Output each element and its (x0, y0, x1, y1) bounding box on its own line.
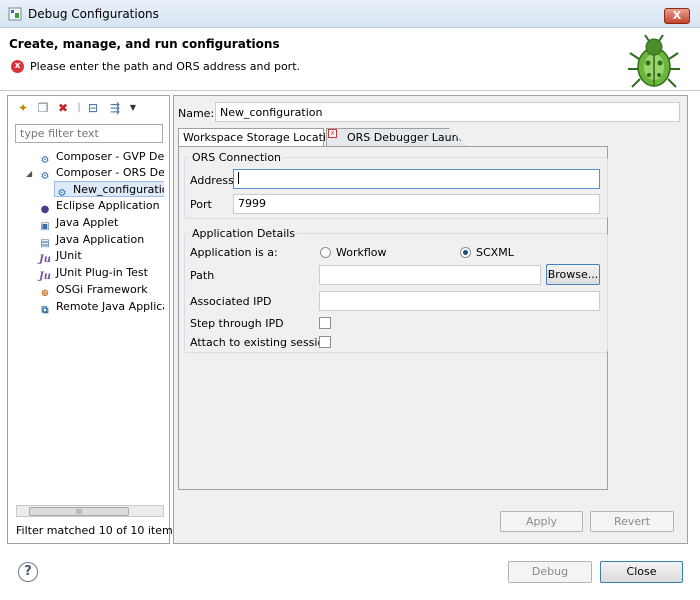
help-icon[interactable]: ? (18, 562, 38, 582)
tab-error-icon: x (328, 129, 337, 138)
tree-item-junit-plugin-test[interactable]: Ju JUnit Plug-in Test (38, 265, 148, 282)
error-icon: x (11, 60, 24, 73)
view-menu-chevron-down-icon[interactable]: ▼ (125, 100, 141, 116)
tab-label: Workspace Storage Location (183, 131, 340, 144)
tree-item-remote-java-application[interactable]: ⧉ Remote Java Applicati (38, 299, 164, 316)
dialog-header: Create, manage, and run configurations x… (0, 29, 700, 91)
tree-item-label: New_configuration (73, 183, 164, 196)
address-input[interactable] (233, 169, 600, 189)
left-toolbar: ✦ ❐ ✖ | ⊟ ⇶ ▼ (7, 98, 157, 118)
workflow-radio[interactable] (320, 247, 331, 258)
scrollbar-thumb[interactable]: III (29, 507, 129, 516)
debug-bug-icon (628, 34, 680, 88)
tree-item-label: JUnit Plug-in Test (56, 266, 148, 279)
port-input[interactable]: 7999 (233, 194, 600, 214)
tree-item-junit[interactable]: Ju JUnit (38, 248, 82, 265)
name-label: Name: (178, 107, 215, 120)
name-input[interactable] (215, 102, 680, 122)
tree-horizontal-scrollbar[interactable]: III (16, 505, 164, 517)
tree-item-eclipse-application[interactable]: ● Eclipse Application (38, 198, 160, 215)
scxml-radio[interactable] (460, 247, 471, 258)
filter-config-icon[interactable]: ⇶ (107, 100, 123, 116)
tab-label: ORS Debugger Launch (347, 131, 472, 144)
tab-content-panel: ORS Connection Address Port 7999 Applica… (178, 146, 608, 490)
filter-input[interactable] (15, 124, 163, 143)
collapse-all-icon[interactable]: ⊟ (85, 100, 101, 116)
ors-connection-title: ORS Connection (190, 151, 284, 164)
port-value: 7999 (238, 197, 266, 210)
attach-session-label: Attach to existing session (190, 336, 332, 349)
debug-config-app-icon (8, 7, 22, 21)
header-title: Create, manage, and run configurations (9, 37, 280, 51)
window-close-button[interactable]: X (664, 8, 690, 24)
tree-item-java-applet[interactable]: ▣ Java Applet (38, 215, 119, 232)
application-details-title: Application Details (190, 227, 298, 240)
revert-button[interactable]: Revert (590, 511, 674, 532)
step-through-ipd-checkbox[interactable] (319, 317, 331, 329)
tree-item-label: Remote Java Applicati (56, 300, 164, 313)
tree-item-composer-ors[interactable]: ⚙ Composer - ORS Debu (38, 165, 164, 182)
associated-ipd-label: Associated IPD (190, 295, 272, 308)
workflow-radio-label[interactable]: Workflow (336, 246, 387, 259)
tree-item-label: Composer - ORS Debu (56, 166, 164, 179)
configuration-tree: ⚙Composer - GVP Debu ◢ ⚙ Composer - ORS D… (8, 146, 164, 506)
tree-item-label: Eclipse Application (56, 199, 160, 212)
title-bar: Debug Configurations X (0, 0, 700, 28)
tab-workspace-storage-location[interactable]: Workspace Storage Location (178, 128, 340, 146)
tree-item-label: Java Applet (56, 216, 119, 229)
new-launch-config-icon[interactable]: ✦ (15, 100, 31, 116)
path-label: Path (190, 269, 215, 282)
tree-expanded-arrow-icon[interactable]: ◢ (26, 169, 32, 178)
browse-button[interactable]: Browse... (546, 264, 600, 285)
filter-status: Filter matched 10 of 10 items (16, 524, 179, 537)
step-through-ipd-label: Step through IPD (190, 317, 284, 330)
tree-item-osgi-framework[interactable]: ⊕ OSGi Framework (38, 282, 148, 299)
tree-item-label: OSGi Framework (56, 283, 148, 296)
tree-item-java-application[interactable]: ▤ Java Application (38, 232, 145, 249)
path-input[interactable] (319, 265, 541, 285)
composer-icon: ⚙ (40, 171, 50, 182)
tab-ors-debugger-launch[interactable]: ORS Debugger Launch (326, 128, 466, 146)
tree-item-composer-gvp[interactable]: ⚙Composer - GVP Debu (38, 149, 164, 166)
close-button[interactable]: Close (600, 561, 683, 583)
scxml-radio-label[interactable]: SCXML (476, 246, 514, 259)
header-message: Please enter the path and ORS address an… (30, 60, 301, 73)
delete-icon[interactable]: ✖ (55, 100, 71, 116)
application-is-label: Application is a: (190, 246, 278, 259)
port-label: Port (190, 198, 212, 211)
window-title: Debug Configurations (28, 7, 159, 21)
tree-item-label: JUnit (56, 249, 82, 262)
associated-ipd-input[interactable] (319, 291, 600, 311)
tree-item-new-configuration[interactable]: ⚙New_configuration (54, 181, 164, 199)
tree-item-label: Composer - GVP Debu (56, 150, 164, 163)
duplicate-icon[interactable]: ❐ (35, 100, 51, 116)
attach-session-checkbox[interactable] (319, 336, 331, 348)
remote-java-icon: ⧉ (41, 305, 49, 316)
text-cursor (238, 172, 239, 184)
tree-item-label: Java Application (56, 233, 145, 246)
debug-button[interactable]: Debug (508, 561, 592, 583)
apply-button[interactable]: Apply (500, 511, 583, 532)
address-label: Address (190, 174, 234, 187)
